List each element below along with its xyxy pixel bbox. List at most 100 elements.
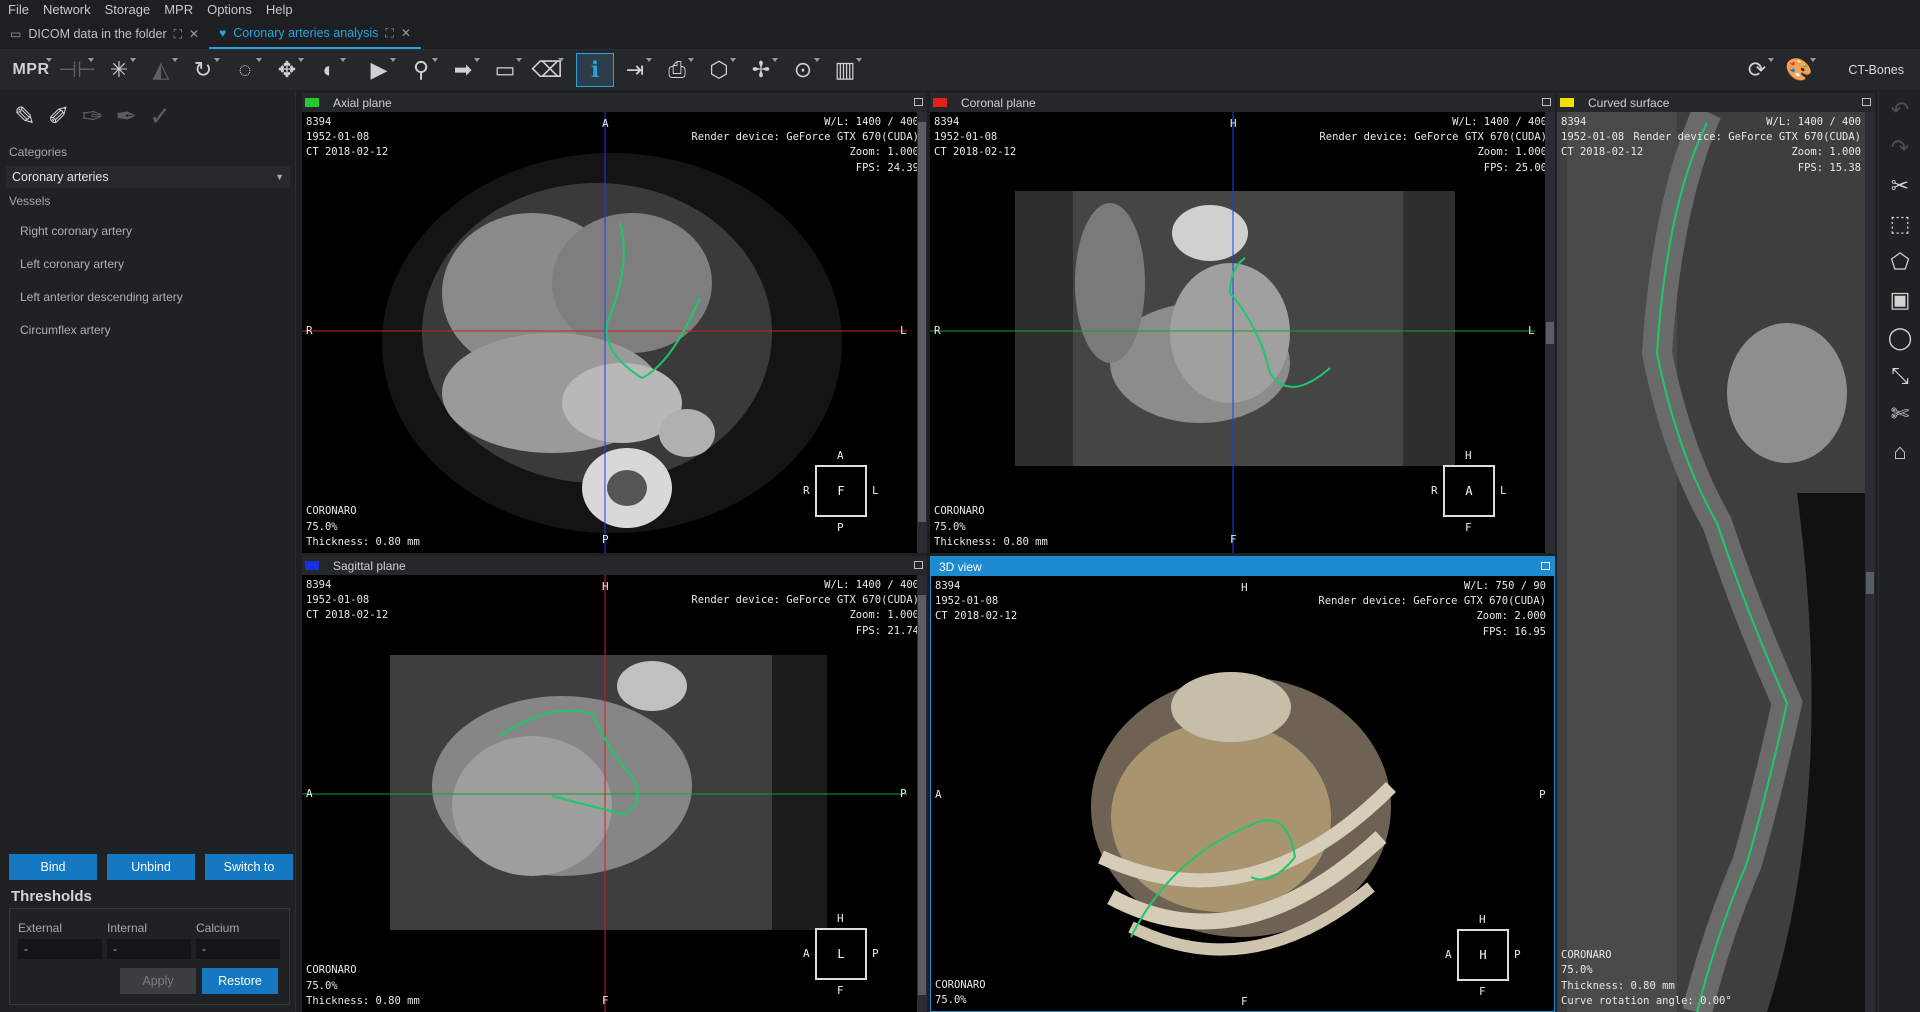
reset-icon[interactable]: ⊙	[782, 52, 824, 88]
orientation-top: A	[602, 117, 609, 130]
redo-icon[interactable]: ↷	[1879, 129, 1920, 167]
layout-icon[interactable]: ⊣⊢	[56, 52, 98, 88]
axial-viewport[interactable]: Axial plane 8394 1952-01-08 CT 2018-02-1…	[302, 93, 927, 553]
menu-mpr[interactable]: MPR	[164, 2, 193, 17]
eraser-icon[interactable]: ⌫	[526, 52, 568, 88]
orientation-cube[interactable]: H	[1457, 929, 1509, 981]
add-vessel-icon[interactable]: ✎	[14, 101, 36, 131]
cube-left-label: A	[803, 947, 810, 960]
undo-icon[interactable]: ↶	[1879, 91, 1920, 129]
cut-vessel-icon[interactable]: ✂	[1879, 167, 1920, 205]
patient-info: 8394 1952-01-08 CT 2018-02-12	[306, 579, 389, 622]
main-toolbar: MPR ⊣⊢ ✳ ◭ ↻ ◌ ✥ ◐ ▶ ⚲ ➡ ▭ ⌫ ℹ ⇥ ⎙ ⬡ ✢ ⊙…	[0, 50, 1920, 90]
polygon-cut-icon[interactable]: ⬠	[1879, 243, 1920, 281]
sagittal-viewport[interactable]: Sagittal plane 8394 1952-01-08 CT 2018-0…	[302, 556, 927, 1012]
vessel-item[interactable]: Circumflex artery	[0, 313, 295, 346]
sculpt-icon[interactable]: ▣	[1879, 281, 1920, 319]
path-vessel-icon[interactable]: ✒	[115, 101, 137, 131]
orient-icon[interactable]: ✢	[740, 52, 782, 88]
render-info: W/L: 1400 / 400 Render device: GeForce G…	[1633, 116, 1861, 174]
axial-scrollbar[interactable]	[917, 112, 927, 553]
coronal-scrollbar[interactable]	[1545, 112, 1555, 553]
orientation-cube[interactable]: L	[815, 928, 867, 980]
slices-icon[interactable]: ▥	[824, 52, 866, 88]
cube-right-label: L	[1500, 484, 1507, 497]
patient-info: 8394 1952-01-08 CT 2018-02-12	[934, 116, 1017, 159]
rotate-icon[interactable]: ↻	[182, 52, 224, 88]
zoom-icon[interactable]: ◌	[224, 52, 266, 88]
restore-button[interactable]: Restore	[202, 968, 278, 994]
external-label: External	[18, 921, 63, 935]
viewport-header: Curved surface	[1557, 93, 1875, 112]
maximize-tab-icon[interactable]: ⛶	[174, 27, 182, 42]
settings-icon[interactable]: ⟳	[1736, 52, 1778, 88]
menu-file[interactable]: File	[8, 2, 29, 17]
cube-bottom-label: F	[1479, 985, 1486, 998]
arrow-icon[interactable]: ➡	[442, 52, 484, 88]
patient-info: 8394 1952-01-08 CT 2018-02-12	[306, 116, 389, 159]
close-tab-icon[interactable]: ✕	[401, 26, 411, 40]
info-icon[interactable]: ℹ	[576, 53, 614, 87]
edit-vessel-icon[interactable]: ✐	[48, 101, 70, 131]
maximize-icon[interactable]	[914, 98, 923, 106]
category-select[interactable]: Coronary arteries ▼	[6, 166, 290, 188]
orientation-bottom: P	[602, 533, 609, 546]
export-icon[interactable]: ⇥	[614, 52, 656, 88]
orientation-cube[interactable]: F	[815, 465, 867, 517]
menu-storage[interactable]: Storage	[105, 2, 151, 17]
internal-input[interactable]: -	[107, 939, 191, 959]
maximize-icon[interactable]	[1542, 98, 1551, 106]
maximize-icon[interactable]	[1541, 562, 1550, 570]
cube-top-label: A	[837, 449, 844, 462]
resize-icon[interactable]: ⤡	[1879, 357, 1920, 395]
vessel-item[interactable]: Left anterior descending artery	[0, 280, 295, 313]
play-icon[interactable]: ▶	[358, 52, 400, 88]
maximize-icon[interactable]	[914, 561, 923, 569]
series-info: CORONARO 75.0% Thickness: 0.80 mm	[934, 505, 1048, 548]
sagittal-scrollbar[interactable]	[917, 575, 927, 1012]
curved-scrollbar[interactable]	[1865, 112, 1875, 1012]
tab-coronary-analysis[interactable]: ♥ Coronary arteries analysis ⛶ ✕	[209, 19, 421, 49]
tab-dicom-folder[interactable]: ▭ DICOM data in the folder ⛶ ✕	[0, 19, 209, 49]
crop-box-icon[interactable]: ⬚	[1879, 205, 1920, 243]
menu-help[interactable]: Help	[266, 2, 293, 17]
table-remove-icon[interactable]: ⌂	[1879, 433, 1920, 471]
bind-buttons: Bind Unbind Switch to	[9, 854, 293, 880]
crosshair-icon[interactable]: ✳	[98, 52, 140, 88]
ruler-icon[interactable]: ▭	[484, 52, 526, 88]
mpr-mode-button[interactable]: MPR	[6, 52, 56, 88]
scissors-icon[interactable]: ✄	[1879, 395, 1920, 433]
bind-button[interactable]: Bind	[9, 854, 97, 880]
pin-icon[interactable]: ⚲	[400, 52, 442, 88]
vessel-item[interactable]: Left coronary artery	[0, 247, 295, 280]
maximize-tab-icon[interactable]: ⛶	[385, 26, 393, 41]
orientation-right: L	[900, 324, 907, 337]
lasso-icon[interactable]: ◯	[1879, 319, 1920, 357]
preset-label[interactable]: CT-Bones	[1848, 63, 1904, 77]
palette-icon[interactable]: 🎨	[1778, 52, 1820, 88]
curved-viewport[interactable]: Curved surface 8394 1952-01-08 CT 2018-0…	[1557, 93, 1875, 1012]
vessel-item[interactable]: Right coronary artery	[0, 214, 295, 247]
close-tab-icon[interactable]: ✕	[189, 27, 199, 41]
pan-icon[interactable]: ✥	[266, 52, 308, 88]
delete-vessel-icon[interactable]: ✑	[82, 101, 104, 131]
window-level-icon[interactable]: ◐	[308, 52, 350, 88]
cube-right-label: L	[872, 484, 879, 497]
maximize-icon[interactable]	[1862, 98, 1871, 106]
coronal-viewport[interactable]: Coronal plane 8394 1952-01-08 CT 2018-02…	[930, 93, 1555, 553]
flip-icon[interactable]: ◭	[140, 52, 182, 88]
viewport-header: Axial plane	[302, 93, 927, 112]
cube-icon[interactable]: ⬡	[698, 52, 740, 88]
orientation-cube[interactable]: A	[1443, 465, 1495, 517]
calcium-input[interactable]: -	[196, 939, 280, 959]
print-icon[interactable]: ⎙	[656, 52, 698, 88]
apply-button[interactable]: Apply	[120, 968, 196, 994]
external-input[interactable]: -	[18, 939, 102, 959]
menu-network[interactable]: Network	[43, 2, 91, 17]
categories-label: Categories	[9, 145, 68, 159]
switch-to-button[interactable]: Switch to	[205, 854, 293, 880]
3d-viewport[interactable]: 3D view 8394 1952-01-08 CT 2018-02-12 W/…	[930, 556, 1555, 1012]
unbind-button[interactable]: Unbind	[107, 854, 195, 880]
vessel-settings-icon[interactable]: ✓	[149, 101, 171, 131]
menu-options[interactable]: Options	[207, 2, 252, 17]
